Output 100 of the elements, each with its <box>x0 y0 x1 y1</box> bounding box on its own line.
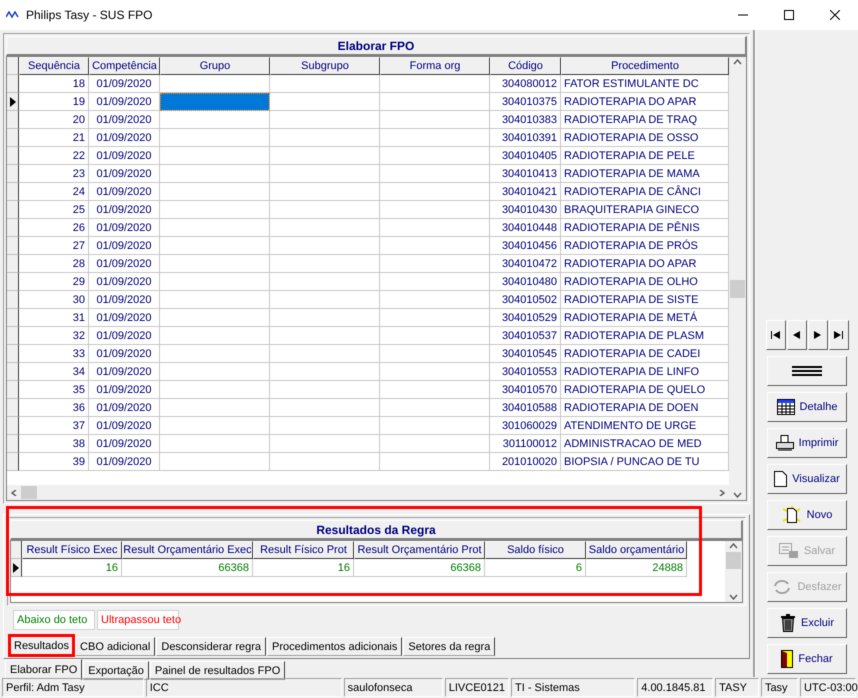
row-header[interactable] <box>7 147 19 165</box>
scroll-up-icon[interactable] <box>733 59 742 65</box>
row-header[interactable] <box>7 453 19 471</box>
row-header[interactable] <box>7 345 19 363</box>
column-header[interactable]: Result Físico Exec <box>22 541 122 559</box>
table-cell: 304010391 <box>490 129 561 147</box>
scroll-down-icon[interactable] <box>733 492 742 498</box>
table-cell: 304010383 <box>490 111 561 129</box>
row-header[interactable] <box>7 111 19 129</box>
row-header[interactable] <box>7 165 19 183</box>
save-icon <box>778 543 799 559</box>
first-record-button[interactable] <box>766 320 786 350</box>
table-cell: RADIOTERAPIA DE DOEN <box>561 399 729 417</box>
table-cell: 01/09/2020 <box>89 453 160 471</box>
tab[interactable]: Painel de resultados FPO <box>150 661 286 680</box>
row-header[interactable] <box>7 273 19 291</box>
column-header[interactable]: Saldo orçamentário <box>586 541 687 559</box>
table-cell: 304010421 <box>490 183 561 201</box>
column-header[interactable]: Result Orçamentário Prot <box>354 541 485 559</box>
row-header[interactable] <box>7 363 19 381</box>
table-cell: RADIOTERAPIA DE METÁ <box>561 309 729 327</box>
tab[interactable]: Procedimentos adicionais <box>267 637 402 656</box>
scroll-left-icon[interactable] <box>10 490 19 496</box>
row-header[interactable] <box>7 435 19 453</box>
table-cell: BRAQUITERAPIA GINECO <box>561 201 729 219</box>
tab[interactable]: Resultados <box>9 635 74 656</box>
column-header[interactable]: Código <box>490 57 561 75</box>
table-cell: 16 <box>22 559 122 577</box>
tab[interactable]: Desconsiderar regra <box>156 637 266 656</box>
table-cell: 32 <box>19 327 89 345</box>
column-header[interactable]: Procedimento <box>561 57 729 75</box>
table-cell: 30 <box>19 291 89 309</box>
tab[interactable]: CBO adicional <box>75 637 156 656</box>
table-cell: 33 <box>19 345 89 363</box>
table-cell: 01/09/2020 <box>89 75 160 93</box>
previous-record-button[interactable] <box>786 320 806 350</box>
action-button[interactable]: Detalhe <box>767 392 847 422</box>
table-cell: 37 <box>19 417 89 435</box>
column-header[interactable]: Result Físico Prot <box>253 541 354 559</box>
table-cell: 01/09/2020 <box>89 111 160 129</box>
table-cell: 301060029 <box>490 417 561 435</box>
table-cell: 304010529 <box>490 309 561 327</box>
action-button[interactable]: Fechar <box>767 644 847 674</box>
table-cell: 01/09/2020 <box>89 201 160 219</box>
column-header[interactable]: Grupo <box>160 57 270 75</box>
scrollbar-thumb[interactable] <box>730 280 745 298</box>
scrollbar-thumb[interactable] <box>21 486 37 499</box>
scroll-right-icon[interactable] <box>717 490 726 496</box>
scroll-down-icon[interactable] <box>729 594 738 600</box>
action-button[interactable]: Novo <box>767 500 847 530</box>
row-header[interactable] <box>7 237 19 255</box>
tab[interactable]: Exportação <box>83 661 149 680</box>
table-cell: RADIOTERAPIA DE CÂNCI <box>561 183 729 201</box>
column-header[interactable]: Saldo físico <box>485 541 586 559</box>
vertical-scrollbar[interactable] <box>725 541 742 602</box>
table-cell: FATOR ESTIMULANTE DC <box>561 75 729 93</box>
row-header[interactable] <box>7 201 19 219</box>
row-header[interactable] <box>7 219 19 237</box>
action-button[interactable]: Imprimir <box>767 428 847 458</box>
vertical-scrollbar[interactable] <box>729 57 746 500</box>
trash-icon <box>780 614 796 632</box>
column-header[interactable]: Sequência <box>19 57 89 75</box>
row-header[interactable] <box>7 183 19 201</box>
last-record-button[interactable] <box>828 320 848 350</box>
column-header[interactable]: Competência <box>89 57 160 75</box>
table-cell: 304080012 <box>490 75 561 93</box>
table-cell: 21 <box>19 129 89 147</box>
menu-button[interactable] <box>767 356 847 386</box>
tab[interactable]: Elaborar FPO <box>5 659 82 680</box>
row-header[interactable] <box>11 559 22 577</box>
action-button[interactable]: Excluir <box>767 608 847 638</box>
row-header[interactable] <box>7 75 19 93</box>
table-cell: 301100012 <box>490 435 561 453</box>
table-cell: 18 <box>19 75 89 93</box>
action-button[interactable]: Visualizar <box>767 464 847 494</box>
tab[interactable]: Setores da regra <box>403 637 496 656</box>
status-field: TI - Sistemas <box>511 678 636 697</box>
row-header[interactable] <box>7 399 19 417</box>
scrollbar-thumb[interactable] <box>726 552 741 569</box>
table-cell: 24 <box>19 183 89 201</box>
horizontal-scrollbar[interactable] <box>7 485 729 500</box>
row-header[interactable] <box>7 417 19 435</box>
next-record-button[interactable] <box>808 320 828 350</box>
row-header[interactable] <box>7 309 19 327</box>
column-header[interactable]: Result Orçamentário Exec <box>122 541 253 559</box>
row-header[interactable] <box>7 381 19 399</box>
table-cell: RADIOTERAPIA DE OLHO <box>561 273 729 291</box>
row-header[interactable] <box>7 129 19 147</box>
row-header[interactable] <box>7 255 19 273</box>
status-field: ICC <box>146 678 342 697</box>
table-cell: 28 <box>19 255 89 273</box>
column-header[interactable]: Forma org <box>380 57 490 75</box>
column-header[interactable]: Subgrupo <box>270 57 380 75</box>
table-cell: 20 <box>19 111 89 129</box>
scroll-up-icon[interactable] <box>729 543 738 549</box>
row-header[interactable] <box>7 93 19 111</box>
status-field: Tasy <box>760 678 798 697</box>
row-header[interactable] <box>7 291 19 309</box>
table-cell: RADIOTERAPIA DE LINFO <box>561 363 729 381</box>
row-header[interactable] <box>7 327 19 345</box>
